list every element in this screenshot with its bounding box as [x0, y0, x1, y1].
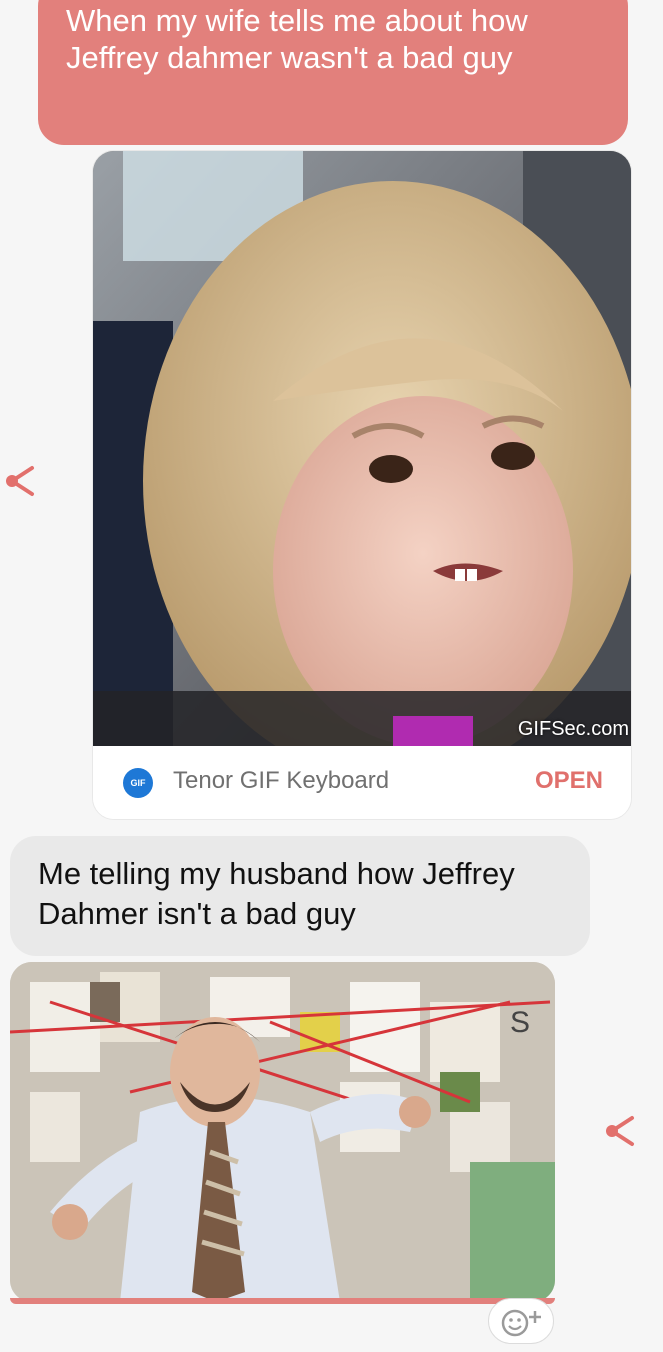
gif-image-girl[interactable]: GIFSec.com	[93, 151, 631, 746]
gif2-illustration: S	[10, 962, 555, 1302]
share-right-icon	[606, 1116, 634, 1146]
outgoing-message-bubble[interactable]: When my wife tells me about how Jeffrey …	[38, 0, 628, 145]
outgoing-message-text: When my wife tells me about how Jeffrey …	[66, 3, 528, 75]
share-left-icon	[6, 466, 34, 496]
gif-illustration	[93, 151, 631, 746]
gif-image-conspiracy[interactable]: S	[10, 962, 555, 1302]
gif-watermark: GIFSec.com	[517, 718, 629, 740]
gif-message-card[interactable]: GIFSec.com GIF Tenor GIF Keyboard OPEN	[92, 150, 632, 820]
emoji-add-button[interactable]	[488, 1298, 554, 1344]
incoming-message-bubble[interactable]: Me telling my husband how Jeffrey Dahmer…	[10, 836, 590, 956]
gif-source-label: Tenor GIF Keyboard	[173, 767, 390, 794]
tenor-gif-icon: GIF	[123, 768, 153, 798]
incoming-message-text: Me telling my husband how Jeffrey Dahmer…	[38, 856, 515, 931]
gif2-sign-letter: S	[510, 1006, 530, 1039]
emoji-add-icon	[501, 1309, 541, 1337]
share-icon-right[interactable]	[602, 1110, 644, 1157]
share-icon[interactable]	[2, 460, 44, 507]
gif-footer: GIF Tenor GIF Keyboard OPEN	[93, 746, 631, 819]
gif2-underline	[10, 1298, 555, 1304]
open-button[interactable]: OPEN	[535, 767, 603, 795]
